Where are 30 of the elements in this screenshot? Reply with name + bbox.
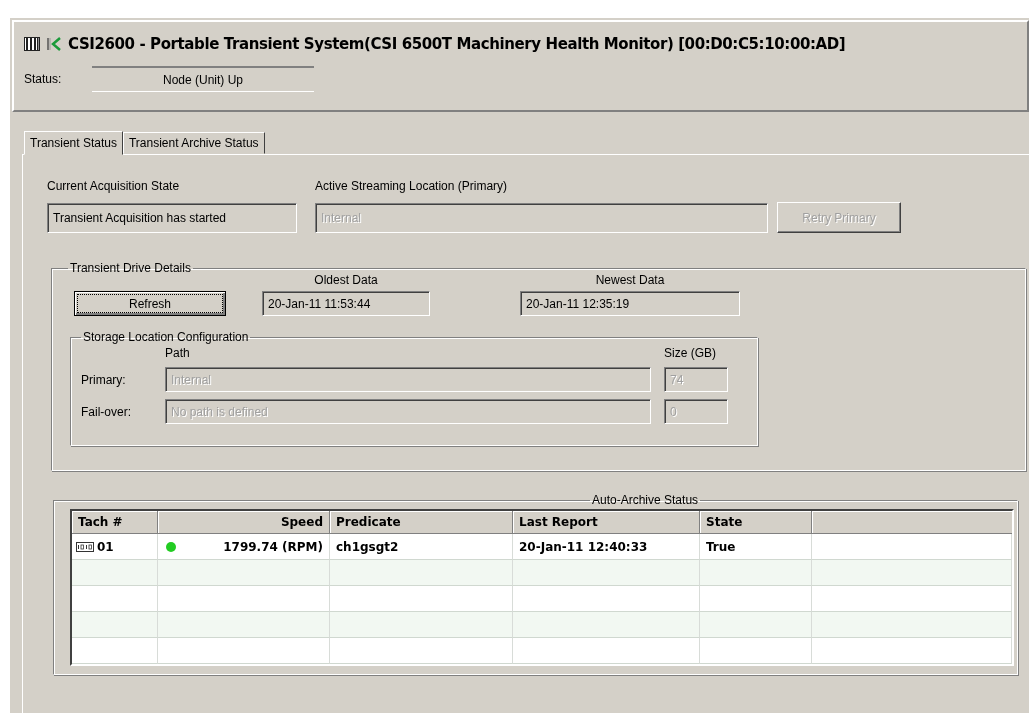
column-header[interactable]: Tach # bbox=[72, 511, 158, 534]
group-title: Transient Drive Details bbox=[70, 261, 191, 275]
column-header[interactable]: State bbox=[700, 511, 812, 534]
column-label: Path bbox=[165, 346, 191, 360]
column-header[interactable]: Last Report bbox=[513, 511, 700, 534]
connector-icon bbox=[46, 36, 62, 52]
group-title: Auto-Archive Status bbox=[592, 493, 699, 507]
speed-value: 1799.74 (RPM) bbox=[223, 539, 324, 554]
column-header[interactable]: Predicate bbox=[330, 511, 513, 534]
window-title: CSI2600 - Portable Transient System(CSI 6500T Machinery Health Monitor) [00:D0:C5:10:00:AD] bbox=[68, 35, 846, 53]
bar-grid-icon bbox=[24, 37, 40, 51]
binary-icon bbox=[76, 541, 94, 552]
row-label: Fail-over: bbox=[81, 404, 132, 419]
refresh-button[interactable]: Refresh bbox=[74, 291, 226, 316]
tab[interactable]: Transient Status bbox=[24, 131, 123, 155]
column-header[interactable]: Speed bbox=[158, 511, 330, 534]
row-label: Primary: bbox=[81, 372, 127, 387]
text-field[interactable]: 20-Jan-11 11:53:44 bbox=[262, 291, 430, 316]
status-value: Node (Unit) Up bbox=[92, 66, 314, 92]
status-label: Status: bbox=[24, 72, 63, 86]
tach-number: 01 bbox=[97, 539, 114, 554]
field-label: Current Acquisition State bbox=[47, 179, 181, 193]
column-label: Size (GB) bbox=[664, 346, 717, 360]
field-label: Newest Data bbox=[595, 273, 665, 287]
field-label: Oldest Data bbox=[314, 273, 378, 287]
tab[interactable]: Transient Archive Status bbox=[122, 132, 265, 154]
group-title: Storage Location Configuration bbox=[83, 330, 249, 344]
text-field[interactable]: 20-Jan-11 12:35:19 bbox=[520, 291, 740, 316]
text-field[interactable]: Transient Acquisition has started bbox=[47, 203, 297, 233]
field-label: Active Streaming Location (Primary) bbox=[315, 179, 509, 193]
